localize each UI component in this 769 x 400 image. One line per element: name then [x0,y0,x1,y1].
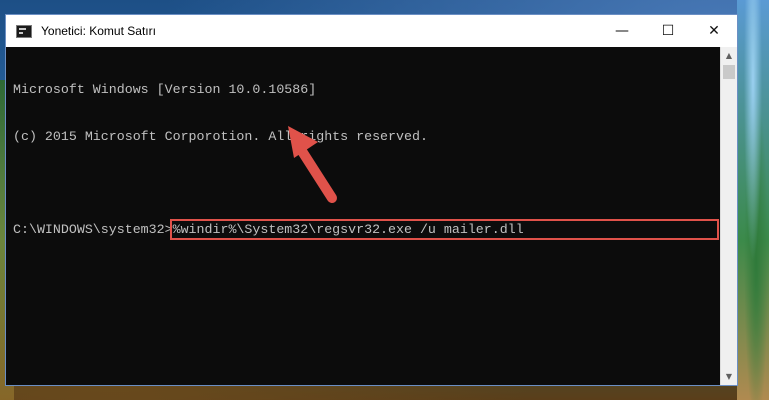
title-bar[interactable]: Yonetici: Komut Satırı — ☐ ✕ [6,15,737,47]
window-title: Yonetici: Komut Satırı [41,24,156,38]
scroll-up-icon[interactable]: ▲ [721,47,737,64]
console-line-version: Microsoft Windows [Version 10.0.10586] [13,82,317,97]
scroll-down-icon[interactable]: ▼ [721,368,737,385]
console-prompt: C:\WINDOWS\system32> [13,221,173,237]
cmd-window[interactable]: Yonetici: Komut Satırı — ☐ ✕ Microsoft W… [5,14,738,386]
console-line-copyright: (c) 2015 Microsoft Corporotion. All righ… [13,128,428,144]
pointer-arrow-icon [288,126,337,203]
minimize-button[interactable]: — [599,15,645,47]
scrollbar-thumb[interactable] [723,65,735,79]
maximize-button[interactable]: ☐ [645,15,691,47]
console-command-line[interactable]: C:\WINDOWS\system32>%windir%\System32\re… [13,218,720,240]
cmd-icon[interactable] [16,24,32,38]
close-button[interactable]: ✕ [691,15,737,47]
command-highlight-box [169,218,719,240]
vertical-scrollbar[interactable]: ▲ ▼ [720,47,737,385]
console-output[interactable]: Microsoft Windows [Version 10.0.10586] (… [6,47,720,385]
command-text-wrap: %windir%\System32\regsvr32.exe /u mailer… [169,218,719,240]
desktop-wallpaper-right [737,0,769,400]
